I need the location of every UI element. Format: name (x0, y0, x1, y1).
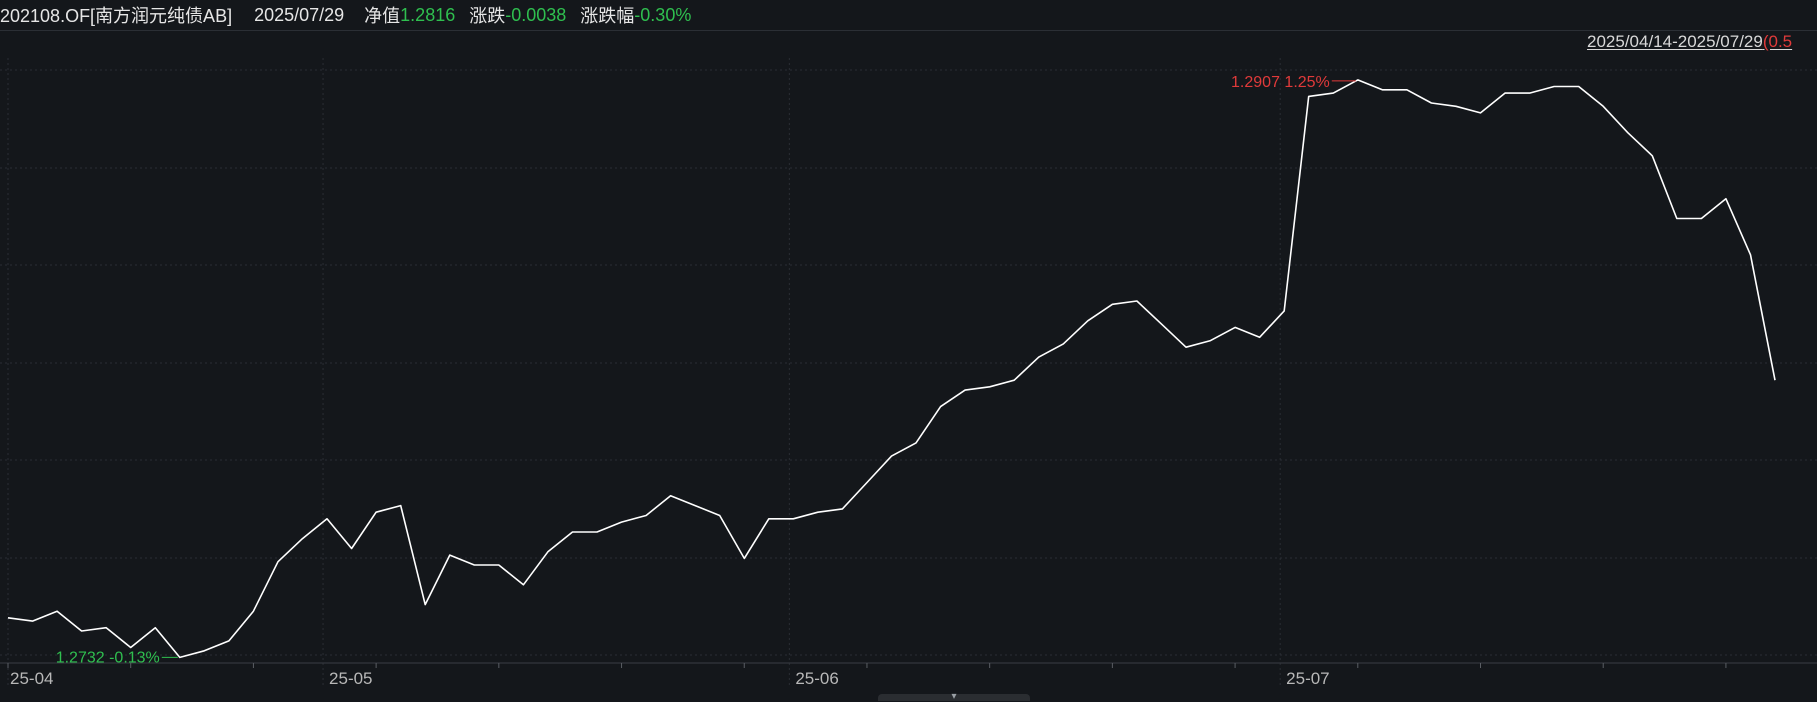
x-tick-label: 25-05 (329, 669, 372, 688)
x-tick-label: 25-06 (795, 669, 838, 688)
chevron-down-icon[interactable]: ▾ (944, 692, 964, 702)
x-tick-label: 25-04 (10, 669, 53, 688)
x-tick-label: 25-07 (1286, 669, 1329, 688)
nav-series-line (7, 79, 1776, 659)
min-value-label: 1.2732 -0.13% (56, 649, 160, 666)
max-value-label: 1.2907 1.25% (1231, 74, 1330, 91)
nav-line-chart: 25-04 25-05 25-06 25-07 1.2907 1.25% 1.2732 -… (0, 58, 1817, 688)
